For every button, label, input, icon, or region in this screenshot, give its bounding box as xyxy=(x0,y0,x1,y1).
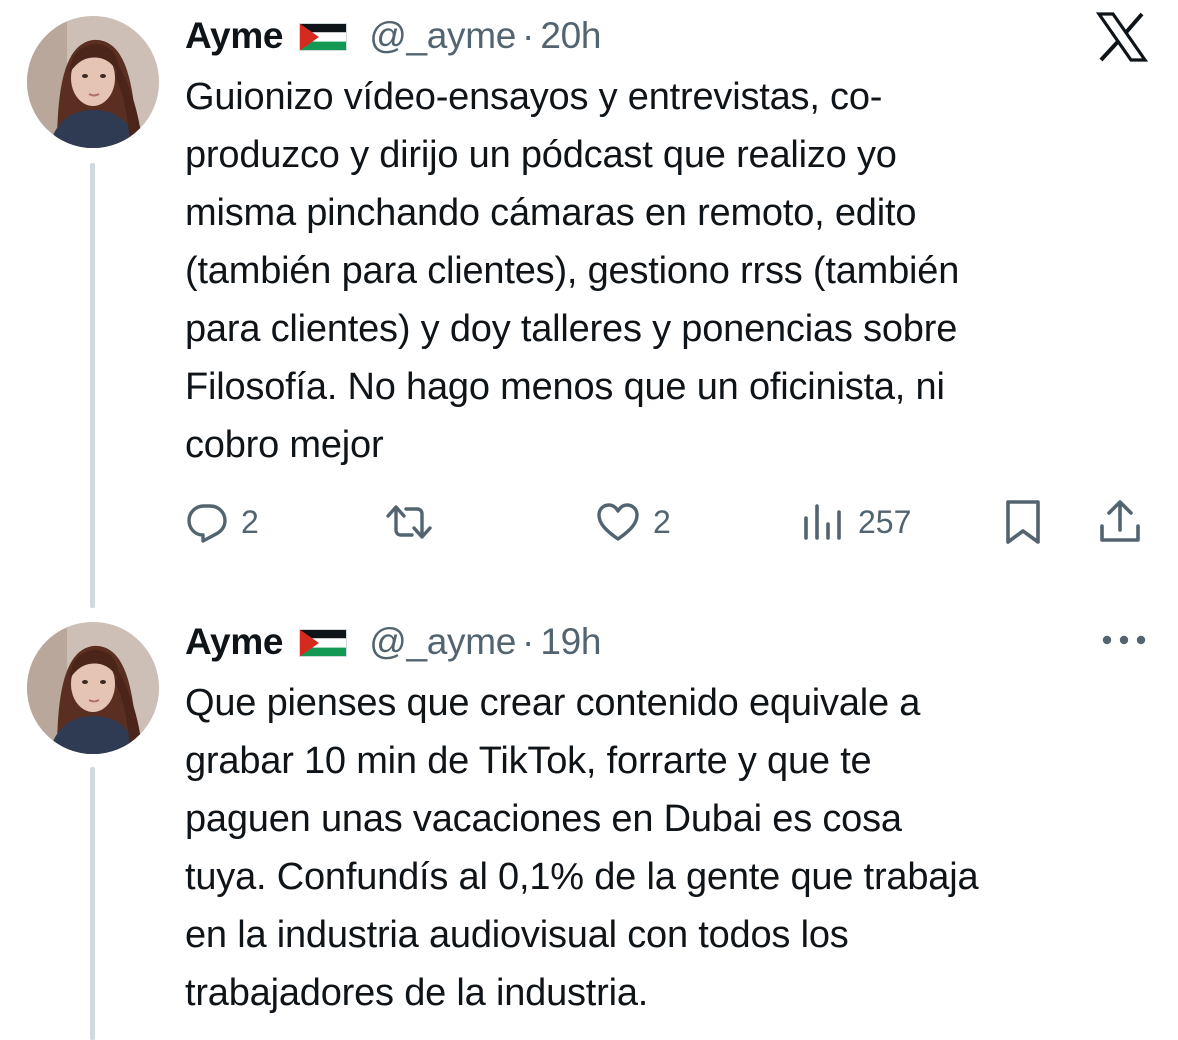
tweet-text-line: cobro mejor xyxy=(185,424,384,466)
reply-count: 2 xyxy=(241,503,259,540)
display-name[interactable]: Ayme xyxy=(185,15,284,57)
tweet-text-line: Filosofía. No hago menos que un oficinis… xyxy=(185,366,945,408)
share-icon xyxy=(1100,500,1140,542)
timestamp[interactable]: 20h xyxy=(540,15,601,57)
tweet-text-line: Que pienses que crear contenido equivale… xyxy=(185,682,921,724)
tweet-text-line: paguen unas vacaciones en Dubai es cosa xyxy=(185,798,902,840)
retweet-icon xyxy=(386,505,432,539)
heart-icon xyxy=(597,503,639,541)
palestine-flag-icon xyxy=(299,23,348,51)
user-handle[interactable]: @_ayme xyxy=(369,15,516,57)
separator-dot: · xyxy=(522,15,535,56)
share-button[interactable] xyxy=(1098,496,1142,548)
avatar-photo xyxy=(27,16,159,148)
avatar[interactable] xyxy=(27,622,159,754)
tweet-text-line: tuya. Confundís al 0,1% de la gente que … xyxy=(185,856,979,898)
tweet-text-line: para clientes) y doy talleres y ponencia… xyxy=(185,308,958,350)
separator-dot: · xyxy=(522,621,535,662)
tweet-text-line: Guionizo vídeo-ensayos y entrevistas, co… xyxy=(185,76,883,118)
reply-button[interactable]: 2 xyxy=(185,496,259,548)
palestine-flag-icon xyxy=(299,629,348,657)
like-button[interactable]: 2 xyxy=(595,496,671,548)
tweet[interactable]: Ayme @_ayme · 19h Que pienses que crear … xyxy=(0,610,1178,1040)
thread-connector xyxy=(90,163,95,608)
avatar-photo xyxy=(27,622,159,754)
tweet-header: Ayme @_ayme · 20h xyxy=(185,14,602,58)
more-icon[interactable] xyxy=(1100,634,1148,646)
view-count: 257 xyxy=(858,503,912,540)
tweet-text-line: en la industria audiovisual con todos lo… xyxy=(185,914,849,956)
bookmark-button[interactable] xyxy=(1003,496,1043,548)
display-name[interactable]: Ayme xyxy=(185,621,284,663)
x-logo-icon[interactable] xyxy=(1096,12,1148,62)
tweet-header: Ayme @_ayme · 19h xyxy=(185,620,602,664)
tweet-text: Guionizo vídeo-ensayos y entrevistas, co… xyxy=(185,68,1145,474)
user-handle[interactable]: @_ayme xyxy=(369,621,516,663)
analytics-icon xyxy=(804,504,841,540)
tweet-text-line: misma pinchando cámaras en remoto, edito xyxy=(185,192,917,234)
tweet-text-line: grabar 10 min de TikTok, forrarte y que … xyxy=(185,740,872,782)
retweet-button[interactable] xyxy=(385,496,445,548)
tweet-text: Que pienses que crear contenido equivale… xyxy=(185,674,1145,1022)
like-count: 2 xyxy=(653,503,671,540)
views-button[interactable]: 257 xyxy=(800,496,911,548)
thread-connector xyxy=(90,767,95,1040)
avatar[interactable] xyxy=(27,16,159,148)
tweet-actions: 2 2 257 xyxy=(185,496,1150,548)
timestamp[interactable]: 19h xyxy=(540,621,601,663)
bookmark-icon xyxy=(1006,500,1040,544)
tweet[interactable]: Ayme @_ayme · 20h Guionizo vídeo-ensayos… xyxy=(0,0,1178,610)
tweet-text-line: (también para clientes), gestiono rrss (… xyxy=(185,250,960,292)
tweet-text-line: trabajadores de la industria. xyxy=(185,972,649,1014)
reply-icon xyxy=(187,504,227,543)
tweet-text-line: produzco y dirijo un pódcast que realizo… xyxy=(185,134,897,176)
